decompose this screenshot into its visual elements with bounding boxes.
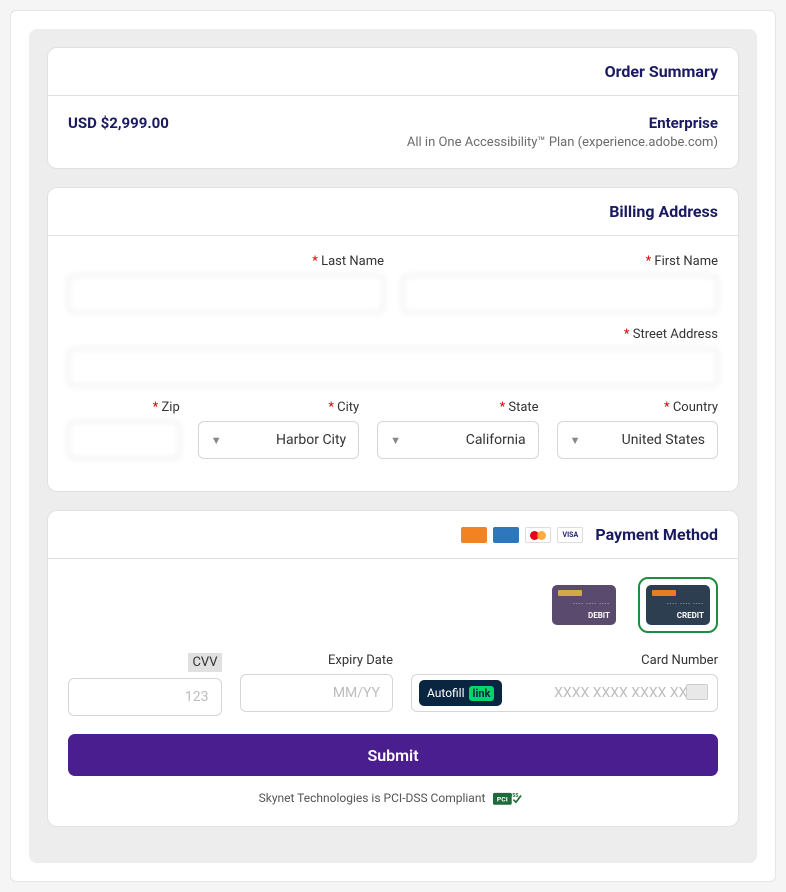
card-number-field: Card Number link Autofill [411,653,718,716]
card-icon [686,684,708,700]
state-label: State * [377,400,538,415]
payment-title: Payment Method [595,525,718,544]
cvv-input[interactable] [68,678,222,716]
submit-button[interactable]: Submit [68,734,718,776]
cvv-field: CVV [68,653,222,716]
order-plan-title: Enterprise [407,114,718,132]
country-label: Country * [557,400,718,415]
expiry-label: Expiry Date [240,653,394,668]
order-price: $2,999.00 USD [68,114,169,150]
country-select[interactable]: United States ▼ [557,421,718,459]
state-field: State * California ▼ [377,400,538,459]
order-summary-card: Order Summary Enterprise All in One Acce… [47,47,739,169]
chevron-down-icon: ▼ [570,434,581,447]
country-field: Country * United States ▼ [557,400,718,459]
pci-dss-icon: PCIDSS [493,788,527,808]
order-summary-title: Order Summary [48,48,738,96]
city-field: City * Harbor City ▼ [198,400,359,459]
first-name-input[interactable] [402,275,718,313]
first-name-label: First Name * [402,254,718,269]
first-name-field: First Name * [402,254,718,313]
order-row: Enterprise All in One Accessibility™ Pla… [68,114,718,150]
order-plan-subtitle: All in One Accessibility™ Plan (experien… [407,135,718,150]
visa-icon: VISA [557,527,583,543]
debit-card-option[interactable]: ---- ---- ---- DEBIT [544,577,624,633]
city-label: City * [198,400,359,415]
card-number-label: Card Number [411,653,718,668]
mastercard-icon [525,527,551,543]
billing-card: Billing Address First Name * Last Name *… [47,187,739,492]
page-inner: Order Summary Enterprise All in One Acce… [29,29,757,863]
autofill-link-button[interactable]: link Autofill [419,680,502,706]
expiry-input[interactable] [240,674,394,712]
zip-field: Zip * [68,400,180,459]
billing-title: Billing Address [48,188,738,236]
last-name-input[interactable] [68,275,384,313]
payment-card: Payment Method VISA ---- ---- ---- CREDI… [47,510,739,827]
chevron-down-icon: ▼ [390,434,401,447]
zip-input[interactable] [68,421,180,459]
discover-icon [461,527,487,543]
expiry-field: Expiry Date [240,653,394,716]
chevron-down-icon: ▼ [211,434,222,447]
city-select[interactable]: Harbor City ▼ [198,421,359,459]
street-input[interactable] [68,348,718,386]
street-field: Street Address * [68,327,718,386]
pci-text: Skynet Technologies is PCI-DSS Compliant [259,791,486,805]
state-select[interactable]: California ▼ [377,421,538,459]
street-label: Street Address * [68,327,718,342]
credit-card-option[interactable]: ---- ---- ---- CREDIT [638,577,718,633]
pci-footer: PCIDSS Skynet Technologies is PCI-DSS Co… [68,788,718,808]
last-name-label: Last Name * [68,254,384,269]
svg-text:DSS: DSS [509,793,519,799]
page-outer: Order Summary Enterprise All in One Acce… [10,10,776,882]
cvv-label: CVV [188,653,221,672]
zip-label: Zip * [68,400,180,415]
last-name-field: Last Name * [68,254,384,313]
amex-icon [493,527,519,543]
svg-text:PCI: PCI [497,795,508,803]
card-brands: VISA [461,527,583,543]
